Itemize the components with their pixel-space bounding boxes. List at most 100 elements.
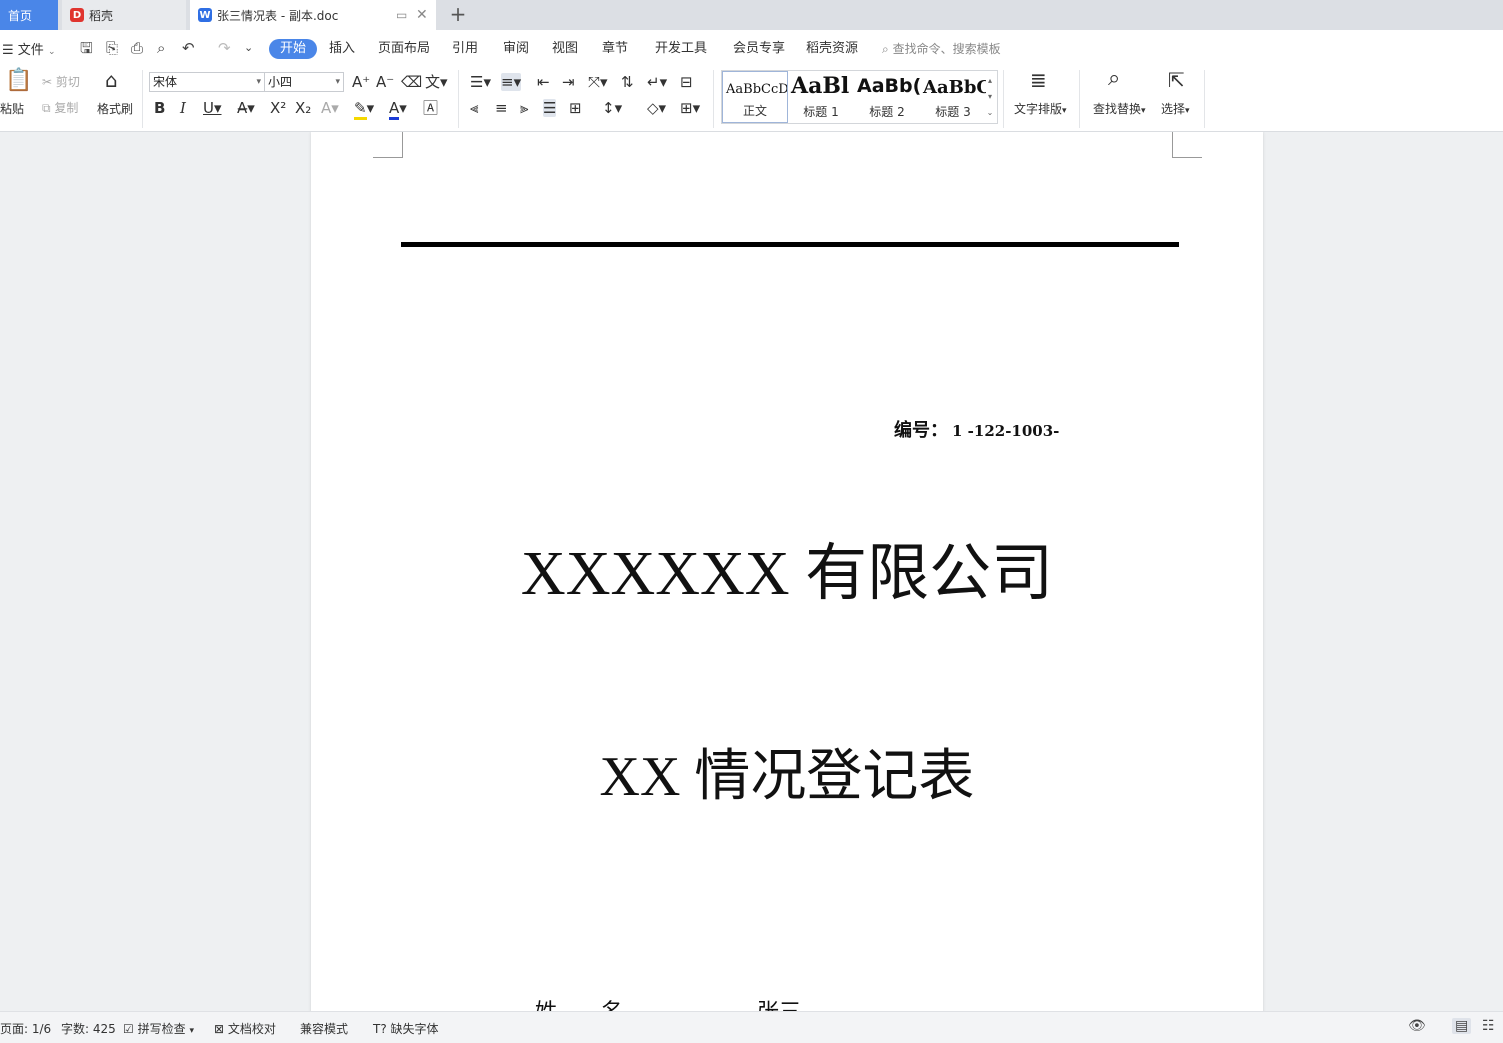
page-indicator[interactable]: 页面: 1/6 bbox=[0, 1020, 51, 1037]
file-menu-button[interactable]: ☰ 文件 ⌄ bbox=[2, 39, 56, 58]
tab-daoke-resources[interactable]: 稻壳资源 bbox=[806, 39, 858, 59]
borders-icon[interactable]: ⊞▾ bbox=[680, 99, 700, 117]
copy-button[interactable]: ⧉ 复制 bbox=[42, 100, 78, 116]
highlight-icon[interactable]: ✎▾ bbox=[354, 99, 374, 120]
text-layout-icon[interactable]: ≣ bbox=[1030, 70, 1047, 90]
font-size-select[interactable]: 小四 ▾ bbox=[264, 72, 344, 92]
tab-member[interactable]: 会员专享 bbox=[733, 39, 785, 59]
redo-icon[interactable]: ↷ bbox=[218, 39, 231, 57]
superscript-icon[interactable]: X² bbox=[270, 99, 286, 117]
underline-icon[interactable]: U▾ bbox=[203, 99, 222, 117]
group-separator bbox=[458, 70, 459, 128]
print-preview-icon[interactable]: ⌕ bbox=[157, 39, 165, 57]
align-right-icon[interactable]: ⫸ bbox=[520, 99, 528, 117]
style-heading-1[interactable]: AaBl 标题 1 bbox=[788, 71, 854, 123]
document-canvas[interactable]: 编号：1 -122-1003- XXXXXX 有限公司 XX 情况登记表 姓 名… bbox=[0, 132, 1503, 1011]
command-search[interactable]: ⌕ 查找命令、搜索模板 bbox=[882, 40, 1001, 57]
daoke-icon: D bbox=[70, 8, 84, 22]
bullet-list-icon[interactable]: ☰▾ bbox=[470, 73, 491, 91]
proofread-button[interactable]: ⊠ 文档校对 bbox=[214, 1020, 276, 1037]
style-heading-3[interactable]: AaBbC 标题 3 bbox=[920, 71, 986, 123]
numbered-list-icon[interactable]: ≡▾ bbox=[501, 73, 522, 91]
copy-label: 复制 bbox=[54, 101, 79, 115]
line-spacing-icon[interactable]: ↕▾ bbox=[602, 99, 622, 117]
italic-icon[interactable]: I bbox=[180, 99, 186, 117]
scroll-up-icon[interactable]: ▴ bbox=[985, 73, 995, 89]
find-replace-icon[interactable]: ⌕ bbox=[1108, 68, 1120, 90]
tab-review[interactable]: 审阅 bbox=[503, 39, 529, 59]
cursor-select-icon[interactable]: ⇱ bbox=[1168, 70, 1185, 90]
paste-button[interactable]: 粘贴 bbox=[0, 101, 24, 117]
spell-check-button[interactable]: ☑ 拼写检查 ▾ bbox=[123, 1020, 194, 1037]
align-center-icon[interactable]: ≡ bbox=[495, 99, 508, 117]
group-separator bbox=[1204, 70, 1205, 128]
font-size-value: 小四 bbox=[268, 75, 293, 89]
new-tab-button[interactable]: + bbox=[447, 3, 469, 27]
style-normal[interactable]: AaBbCcDd 正文 bbox=[722, 71, 788, 123]
style-heading-2[interactable]: AaBb( 标题 2 bbox=[854, 71, 920, 123]
text-layout-button[interactable]: 文字排版▾ bbox=[1014, 101, 1067, 119]
paste-icon[interactable]: 📋 bbox=[5, 70, 32, 92]
tab-stops-icon[interactable]: ⊟ bbox=[680, 73, 693, 91]
tab-view[interactable]: 视图 bbox=[552, 39, 578, 59]
align-left-icon[interactable]: ⫷ bbox=[470, 99, 478, 117]
decrease-indent-icon[interactable]: ⇤ bbox=[537, 73, 550, 91]
text-effect-icon[interactable]: A▾ bbox=[321, 99, 339, 117]
document-number-value: 1 -122-1003- bbox=[952, 422, 1060, 440]
print-icon[interactable]: ⎙ bbox=[131, 39, 143, 57]
style-sample: AaBb( bbox=[857, 75, 920, 97]
find-replace-label: 查找替换 bbox=[1093, 102, 1142, 116]
save-icon[interactable]: 🖫 bbox=[80, 39, 93, 57]
select-button[interactable]: 选择▾ bbox=[1161, 101, 1190, 119]
styles-scroll[interactable]: ▴ ▾ ⌄ bbox=[985, 73, 995, 121]
chinese-layout-icon[interactable]: ⤧▾ bbox=[588, 73, 608, 91]
font-name-select[interactable]: 宋体 ▾ bbox=[149, 72, 265, 92]
show-marks-icon[interactable]: ↵▾ bbox=[647, 73, 667, 91]
word-count[interactable]: 字数: 425 bbox=[61, 1020, 116, 1037]
document-page[interactable]: 编号：1 -122-1003- XXXXXX 有限公司 XX 情况登记表 姓 名… bbox=[311, 132, 1263, 1011]
export-pdf-icon[interactable]: ⎘ bbox=[106, 39, 118, 57]
pin-icon[interactable]: ▭ bbox=[396, 8, 407, 22]
missing-font-button[interactable]: T? 缺失字体 bbox=[373, 1020, 439, 1037]
expand-icon[interactable]: ⌄ bbox=[985, 105, 995, 121]
find-replace-button[interactable]: 查找替换▾ bbox=[1093, 101, 1146, 119]
close-tab-icon[interactable]: ✕ bbox=[416, 7, 428, 23]
format-painter-button[interactable]: 格式刷 bbox=[97, 101, 133, 117]
eye-protection-icon[interactable]: 👁 bbox=[1408, 1018, 1426, 1034]
increase-indent-icon[interactable]: ⇥ bbox=[562, 73, 575, 91]
char-border-icon[interactable]: 🄰 bbox=[423, 99, 438, 117]
clear-format-icon[interactable]: ⌫ bbox=[401, 73, 422, 91]
cut-button[interactable]: ✂ 剪切 bbox=[42, 74, 80, 90]
tab-page-layout[interactable]: 页面布局 bbox=[378, 39, 430, 59]
checkbox-icon: ☑ bbox=[123, 1022, 134, 1036]
tab-start[interactable]: 开始 bbox=[269, 39, 318, 59]
outline-view-icon[interactable]: ☷ bbox=[1482, 1018, 1495, 1034]
cut-label: 剪切 bbox=[55, 75, 80, 89]
grow-font-icon[interactable]: A⁺ bbox=[352, 73, 370, 91]
style-name: 标题 2 bbox=[869, 105, 905, 119]
customize-quick-access-icon[interactable]: ⌄ bbox=[244, 39, 253, 57]
shading-icon[interactable]: ◇▾ bbox=[647, 99, 666, 117]
phonetic-guide-icon[interactable]: 文▾ bbox=[425, 73, 448, 91]
strikethrough-icon[interactable]: A̶▾ bbox=[237, 99, 255, 117]
style-name: 标题 3 bbox=[935, 105, 971, 119]
subscript-icon[interactable]: X₂ bbox=[295, 99, 311, 117]
justify-icon[interactable]: ☰ bbox=[543, 99, 557, 117]
tab-insert[interactable]: 插入 bbox=[329, 39, 355, 59]
tab-daoke[interactable]: D 稻壳 bbox=[62, 0, 186, 30]
tab-home[interactable]: 首页 bbox=[0, 0, 58, 30]
name-label: 姓 名 bbox=[535, 1000, 623, 1011]
bold-icon[interactable]: B bbox=[154, 99, 165, 117]
tab-chapter[interactable]: 章节 bbox=[602, 39, 628, 59]
tab-references[interactable]: 引用 bbox=[452, 39, 478, 59]
tab-developer[interactable]: 开发工具 bbox=[655, 39, 707, 59]
font-color-icon[interactable]: A▾ bbox=[389, 99, 407, 120]
format-painter-icon[interactable]: ⌂ bbox=[105, 70, 118, 90]
shrink-font-icon[interactable]: A⁻ bbox=[376, 73, 394, 91]
tab-document[interactable]: W 张三情况表 - 副本.doc ▭ ✕ bbox=[190, 0, 436, 30]
undo-icon[interactable]: ↶ bbox=[182, 39, 195, 57]
sort-icon[interactable]: ⇅ bbox=[621, 73, 634, 91]
scroll-down-icon[interactable]: ▾ bbox=[985, 89, 995, 105]
distribute-icon[interactable]: ⊞ bbox=[569, 99, 582, 117]
page-view-icon[interactable]: ▤ bbox=[1452, 1018, 1472, 1034]
